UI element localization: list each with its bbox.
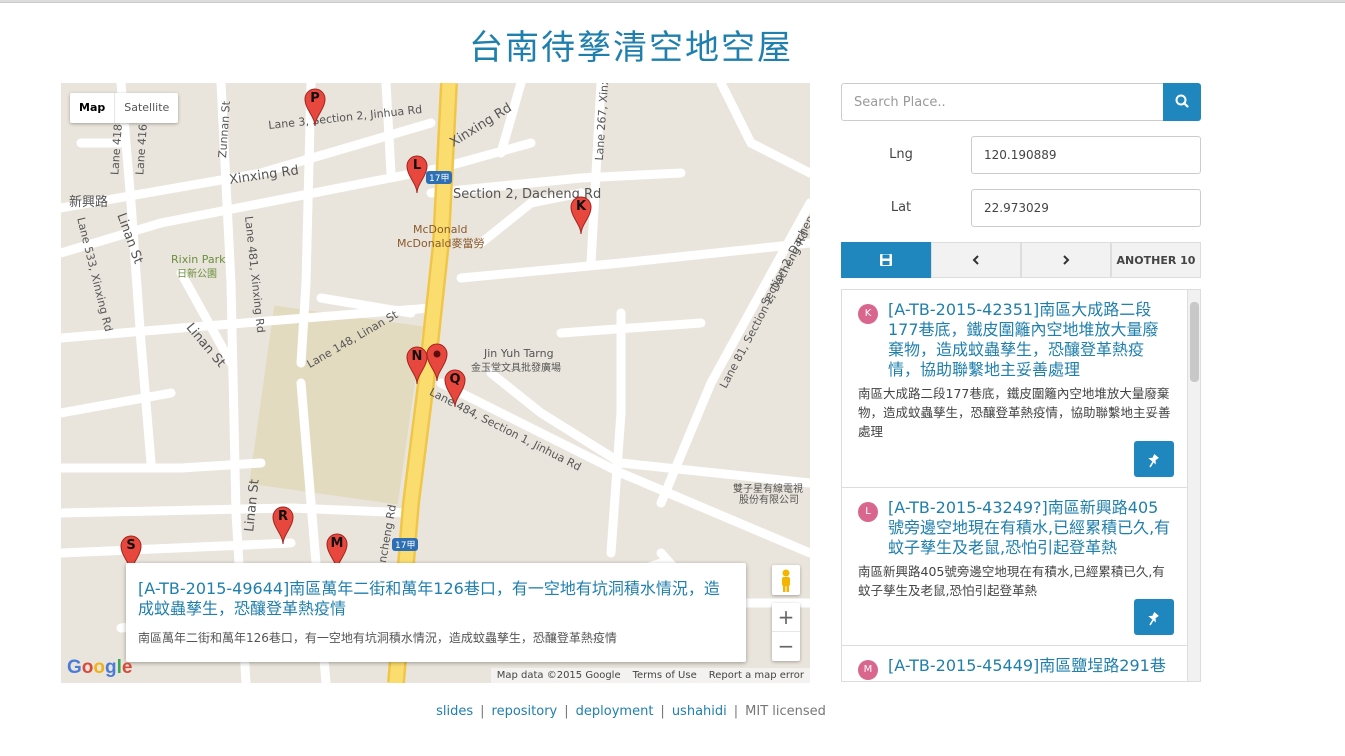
- save-button[interactable]: [841, 242, 931, 278]
- list-scrollbar[interactable]: [1187, 290, 1200, 681]
- map-type-satellite-button[interactable]: Satellite: [115, 93, 178, 123]
- info-window-description: 南區萬年二街和萬年126巷口，有一空地有坑洞積水情況，造成蚊蟲孳生，恐釀登革熱疫…: [138, 631, 617, 645]
- marker-label: Q: [449, 372, 461, 387]
- marker-label: N: [411, 349, 423, 364]
- map-type-control[interactable]: Map Satellite: [70, 93, 179, 123]
- map-attribution: Map data ©2015 Google Terms of Use Repor…: [490, 668, 810, 683]
- map-marker[interactable]: K: [570, 195, 592, 235]
- item-description: 南區新興路405號旁邊空地現在有積水,已經累積已久,有蚊子孳生及老鼠,恐怕引起登…: [858, 564, 1165, 598]
- marker-label: S: [126, 538, 136, 553]
- chevron-left-icon: [972, 255, 979, 265]
- footer-link-ushahidi[interactable]: ushahidi: [672, 704, 727, 719]
- another-10-button[interactable]: ANOTHER 10: [1111, 242, 1201, 278]
- pushpin-icon: [1148, 454, 1159, 468]
- search-button[interactable]: [1163, 83, 1201, 121]
- previous-button[interactable]: [931, 242, 1021, 278]
- list-item: K [A-TB-2015-42351]南區大成路二段177巷底，鐵皮圍籬內空地堆…: [842, 290, 1188, 488]
- street-view-pegman-icon[interactable]: [772, 565, 800, 595]
- info-window-title[interactable]: [A-TB-2015-49644]南區萬年二街和萬年126巷口，有一空地有坑洞積…: [138, 579, 734, 619]
- chevron-right-icon: [1063, 255, 1070, 265]
- item-title[interactable]: [A-TB-2015-45449]南區鹽埕路291巷: [888, 656, 1174, 676]
- poi-label: McDonald麥當勞: [397, 237, 485, 250]
- report-error-link[interactable]: Report a map error: [703, 668, 810, 683]
- route-shield: 17甲: [426, 171, 453, 184]
- park-label: 日新公園: [177, 269, 217, 280]
- footer-link-repository[interactable]: repository: [492, 704, 558, 719]
- footer: slides | repository | deployment | ushahidi | MI…: [436, 704, 826, 719]
- pin-button[interactable]: [1134, 441, 1174, 477]
- map-marker[interactable]: P: [304, 87, 326, 127]
- map[interactable]: Map Satellite Lane 3, Section 2, Jinhua …: [61, 83, 810, 683]
- marker-label: R: [277, 509, 288, 524]
- map-marker[interactable]: R: [272, 505, 294, 545]
- marker-label: M: [330, 536, 344, 551]
- marker-label: K: [575, 199, 587, 214]
- zoom-control[interactable]: + −: [772, 603, 800, 661]
- list-item: L [A-TB-2015-43249?]南區新興路405號旁邊空地現在有積水,已…: [842, 488, 1188, 646]
- route-shield: 17甲: [392, 538, 419, 551]
- marker-label: L: [412, 158, 422, 173]
- search-input[interactable]: [841, 83, 1163, 121]
- map-data-text: Map data ©2015 Google: [496, 670, 621, 681]
- item-badge: K: [858, 304, 878, 324]
- top-border: [0, 0, 1345, 3]
- next-button[interactable]: [1021, 242, 1111, 278]
- map-type-map-button[interactable]: Map: [70, 93, 116, 123]
- pin-button[interactable]: [1134, 599, 1174, 635]
- lng-input[interactable]: [971, 136, 1201, 174]
- footer-link-deployment[interactable]: deployment: [576, 704, 654, 719]
- scrollbar-thumb[interactable]: [1190, 302, 1199, 382]
- lat-label: Lat: [890, 200, 912, 215]
- map-marker[interactable]: N: [406, 345, 428, 385]
- marker-label: P: [310, 91, 320, 106]
- zoom-in-button[interactable]: +: [772, 603, 800, 632]
- item-title[interactable]: [A-TB-2015-42351]南區大成路二段177巷底，鐵皮圍籬內空地堆放大…: [888, 300, 1174, 380]
- lat-input[interactable]: [971, 189, 1201, 227]
- item-title[interactable]: [A-TB-2015-43249?]南區新興路405號旁邊空地現在有積水,已經累…: [888, 498, 1174, 558]
- action-button-group: ANOTHER 10: [841, 242, 1201, 278]
- lng-label: Lng: [889, 147, 913, 162]
- footer-license: MIT licensed: [745, 704, 826, 719]
- terms-link[interactable]: Terms of Use: [627, 668, 703, 683]
- map-marker[interactable]: L: [406, 154, 428, 194]
- page-title: 台南待孳清空地空屋: [469, 28, 793, 68]
- save-icon: [880, 254, 892, 266]
- list-item: M [A-TB-2015-45449]南區鹽埕路291巷: [842, 646, 1188, 681]
- pushpin-icon: [1148, 612, 1159, 626]
- poi-label: 金玉堂文具批發廣場: [471, 363, 561, 374]
- map-marker[interactable]: Q: [444, 368, 466, 408]
- footer-link-slides[interactable]: slides: [436, 704, 473, 719]
- poi-label: 股份有限公司: [739, 495, 799, 506]
- report-list[interactable]: K [A-TB-2015-42351]南區大成路二段177巷底，鐵皮圍籬內空地堆…: [841, 289, 1201, 682]
- lng-row: Lng: [841, 136, 1201, 174]
- zoom-out-button[interactable]: −: [772, 632, 800, 661]
- search-icon: [1175, 94, 1189, 108]
- info-window: [A-TB-2015-49644]南區萬年二街和萬年126巷口，有一空地有坑洞積…: [126, 563, 746, 662]
- street-label: 新興路: [69, 195, 109, 210]
- search-bar: [841, 83, 1201, 121]
- item-description: 南區大成路二段177巷底，鐵皮圍籬內空地堆放大量廢棄物，造成蚊蟲孳生，恐釀登革熱…: [858, 386, 1171, 439]
- lat-row: Lat: [841, 189, 1201, 227]
- google-logo: Google: [67, 657, 133, 678]
- item-badge: L: [858, 502, 878, 522]
- item-badge: M: [858, 660, 878, 680]
